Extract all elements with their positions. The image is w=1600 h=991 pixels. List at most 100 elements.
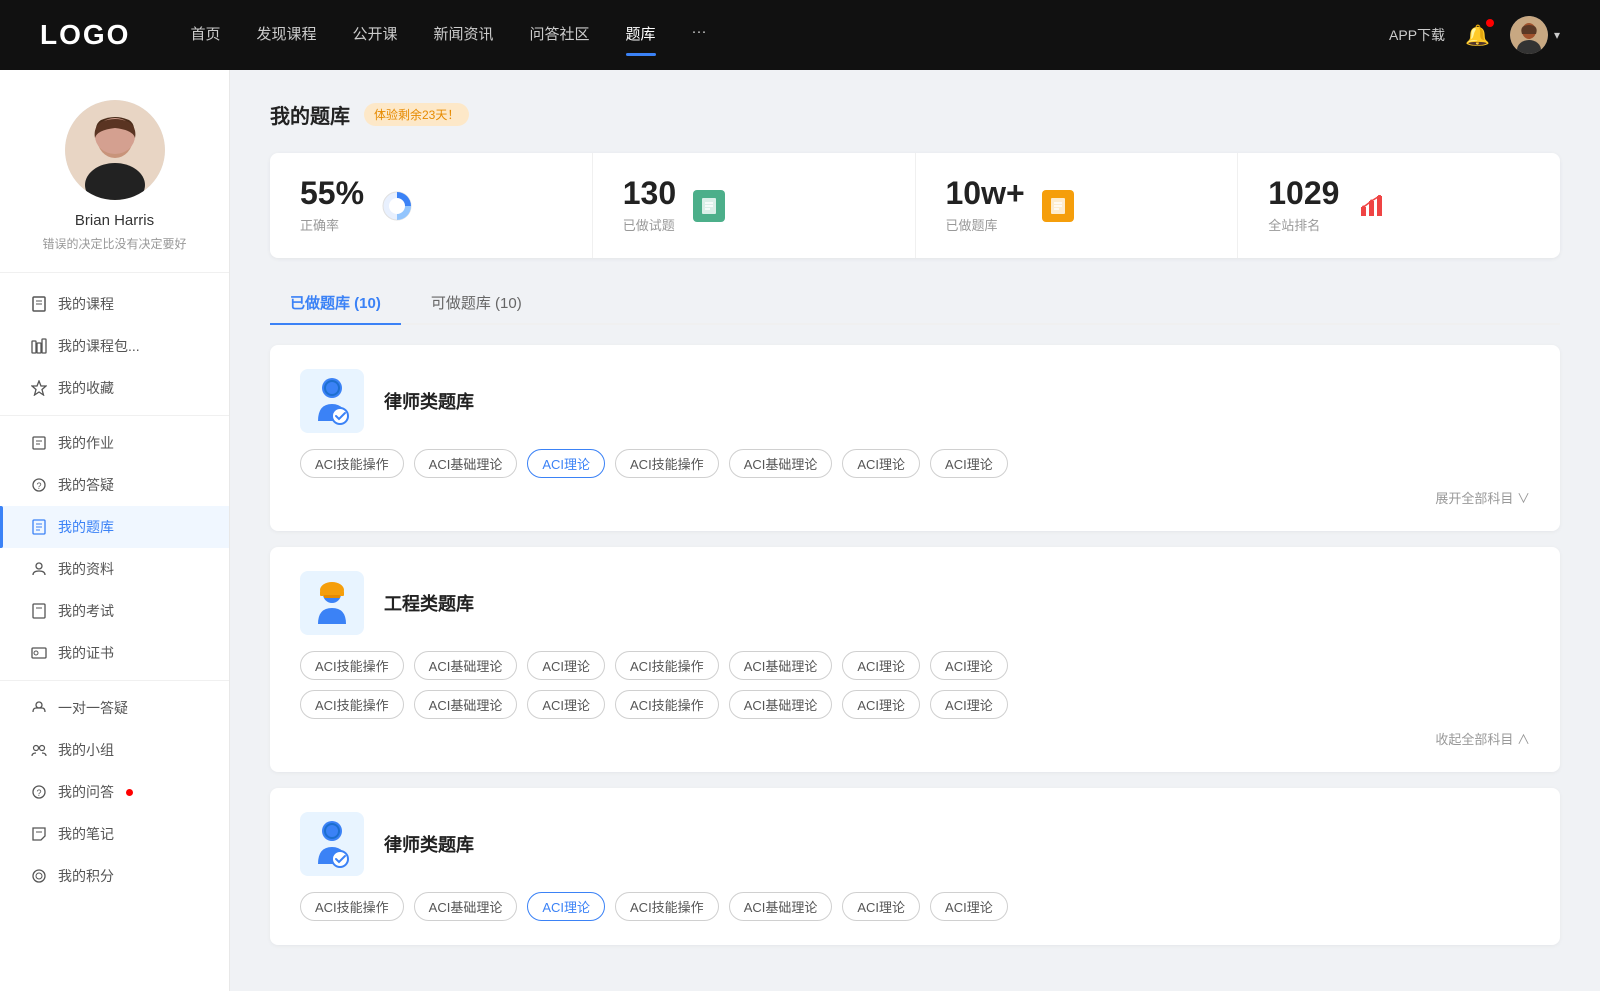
- sidebar-item-label: 我的考试: [58, 601, 114, 621]
- tag[interactable]: ACI基础理论: [414, 892, 518, 921]
- tag[interactable]: ACI技能操作: [300, 690, 404, 719]
- sidebar-item-label: 我的积分: [58, 866, 114, 886]
- sidebar-item-my-qa[interactable]: ? 我的问答: [0, 771, 229, 813]
- sidebar-menu: 我的课程 我的课程包... 我的收藏 我的作业: [0, 283, 229, 917]
- tag[interactable]: ACI理论: [930, 690, 1008, 719]
- tag[interactable]: ACI理论: [842, 449, 920, 478]
- tag[interactable]: ACI理论: [842, 690, 920, 719]
- stat-text: 130 已做试题: [623, 177, 676, 234]
- notification-badge: [1486, 19, 1494, 27]
- nav-qa[interactable]: 问答社区: [530, 23, 590, 48]
- svg-text:?: ?: [36, 788, 41, 798]
- sidebar-item-label: 我的作业: [58, 433, 114, 453]
- tag[interactable]: ACI基础理论: [414, 690, 518, 719]
- tag[interactable]: ACI理论: [527, 651, 605, 680]
- stat-value: 130: [623, 177, 676, 209]
- nav-open-course[interactable]: 公开课: [352, 23, 397, 48]
- qbank-tags-row2: ACI技能操作 ACI基础理论 ACI理论 ACI技能操作 ACI基础理论 AC…: [300, 690, 1530, 719]
- stat-value: 55%: [300, 177, 364, 209]
- nav-menu: 首页 发现课程 公开课 新闻资讯 问答社区 题库 ···: [190, 23, 1389, 48]
- qbank-tags: ACI技能操作 ACI基础理论 ACI理论 ACI技能操作 ACI基础理论 AC…: [300, 449, 1530, 478]
- logo[interactable]: LOGO: [40, 19, 130, 51]
- sidebar-item-label: 我的课程: [58, 294, 114, 314]
- profile-icon: [30, 560, 48, 578]
- points-icon: [30, 867, 48, 885]
- tag-active[interactable]: ACI理论: [527, 449, 605, 478]
- qbank-tags: ACI技能操作 ACI基础理论 ACI理论 ACI技能操作 ACI基础理论 AC…: [300, 892, 1530, 921]
- notification-bell[interactable]: 🔔: [1465, 23, 1490, 48]
- tag[interactable]: ACI基础理论: [414, 651, 518, 680]
- sidebar-item-course-package[interactable]: 我的课程包...: [0, 325, 229, 367]
- stat-label: 全站排名: [1268, 215, 1339, 234]
- nav-home[interactable]: 首页: [190, 23, 220, 48]
- profile-name: Brian Harris: [75, 212, 154, 229]
- sidebar-item-qa[interactable]: ? 我的答疑: [0, 464, 229, 506]
- chart-icon: [1356, 190, 1388, 222]
- tag[interactable]: ACI技能操作: [300, 449, 404, 478]
- nav-more[interactable]: ···: [692, 23, 707, 48]
- tag[interactable]: ACI理论: [930, 892, 1008, 921]
- qbank-title: 律师类题库: [384, 831, 474, 857]
- user-avatar-wrap[interactable]: ▾: [1510, 16, 1560, 54]
- tag[interactable]: ACI技能操作: [615, 449, 719, 478]
- sidebar-item-tutor[interactable]: 一对一答疑: [0, 687, 229, 729]
- sidebar-item-favorites[interactable]: 我的收藏: [0, 367, 229, 409]
- tag[interactable]: ACI理论: [842, 892, 920, 921]
- stat-label: 已做题库: [946, 215, 1025, 234]
- sidebar-item-label: 我的收藏: [58, 378, 114, 398]
- sidebar-item-question-bank[interactable]: 我的题库: [0, 506, 229, 548]
- app-download-button[interactable]: APP下载: [1389, 25, 1445, 45]
- tag[interactable]: ACI理论: [930, 449, 1008, 478]
- sidebar-item-homework[interactable]: 我的作业: [0, 422, 229, 464]
- tag[interactable]: ACI理论: [527, 690, 605, 719]
- engineer-icon: [300, 571, 364, 635]
- sidebar-item-notes[interactable]: 我的笔记: [0, 813, 229, 855]
- tag-active[interactable]: ACI理论: [527, 892, 605, 921]
- qbank-title: 律师类题库: [384, 388, 474, 414]
- stat-label: 已做试题: [623, 215, 676, 234]
- tag[interactable]: ACI技能操作: [615, 892, 719, 921]
- nav-question-bank[interactable]: 题库: [626, 23, 656, 48]
- tag[interactable]: ACI基础理论: [729, 690, 833, 719]
- navbar-right: APP下载 🔔 ▾: [1389, 16, 1560, 54]
- tag[interactable]: ACI基础理论: [729, 449, 833, 478]
- sidebar-item-label: 我的课程包...: [58, 336, 140, 356]
- tag[interactable]: ACI技能操作: [300, 892, 404, 921]
- tag[interactable]: ACI技能操作: [615, 690, 719, 719]
- collapse-link[interactable]: 收起全部科目 ∧: [300, 729, 1530, 748]
- sidebar-item-label: 一对一答疑: [58, 698, 128, 718]
- qbank-card-header: 工程类题库: [300, 571, 1530, 635]
- tag[interactable]: ACI技能操作: [300, 651, 404, 680]
- sidebar-item-my-course[interactable]: 我的课程: [0, 283, 229, 325]
- stat-label: 正确率: [300, 215, 364, 234]
- sidebar-item-group[interactable]: 我的小组: [0, 729, 229, 771]
- sidebar-item-points[interactable]: 我的积分: [0, 855, 229, 897]
- sidebar-item-label: 我的问答: [58, 782, 114, 802]
- tab-available-banks[interactable]: 可做题库 (10): [411, 282, 542, 323]
- stat-done-questions: 130 已做试题: [593, 153, 916, 258]
- tag[interactable]: ACI基础理论: [729, 892, 833, 921]
- sidebar-item-label: 我的题库: [58, 517, 114, 537]
- profile-motto: 错误的决定比没有决定要好: [22, 235, 206, 252]
- chart-red-icon: [1353, 187, 1391, 225]
- nav-discover[interactable]: 发现课程: [256, 23, 316, 48]
- sidebar: Brian Harris 错误的决定比没有决定要好 我的课程 我的课程包...: [0, 70, 230, 991]
- tabs-row: 已做题库 (10) 可做题库 (10): [270, 282, 1560, 325]
- tag[interactable]: ACI基础理论: [729, 651, 833, 680]
- profile-avatar: [65, 100, 165, 200]
- lawyer-icon: [300, 369, 364, 433]
- chevron-down-icon: ▾: [1554, 28, 1560, 42]
- tag[interactable]: ACI技能操作: [615, 651, 719, 680]
- nav-news[interactable]: 新闻资讯: [434, 23, 494, 48]
- sidebar-item-certificate[interactable]: 我的证书: [0, 632, 229, 674]
- divider: [0, 415, 229, 416]
- sidebar-item-profile[interactable]: 我的资料: [0, 548, 229, 590]
- stat-value: 10w+: [946, 177, 1025, 209]
- sidebar-item-exam[interactable]: 我的考试: [0, 590, 229, 632]
- tag[interactable]: ACI基础理论: [414, 449, 518, 478]
- tab-done-banks[interactable]: 已做题库 (10): [270, 282, 401, 323]
- tag[interactable]: ACI理论: [930, 651, 1008, 680]
- tag[interactable]: ACI理论: [842, 651, 920, 680]
- expand-link[interactable]: 展开全部科目 ∨: [300, 488, 1530, 507]
- stat-done-banks: 10w+ 已做题库: [916, 153, 1239, 258]
